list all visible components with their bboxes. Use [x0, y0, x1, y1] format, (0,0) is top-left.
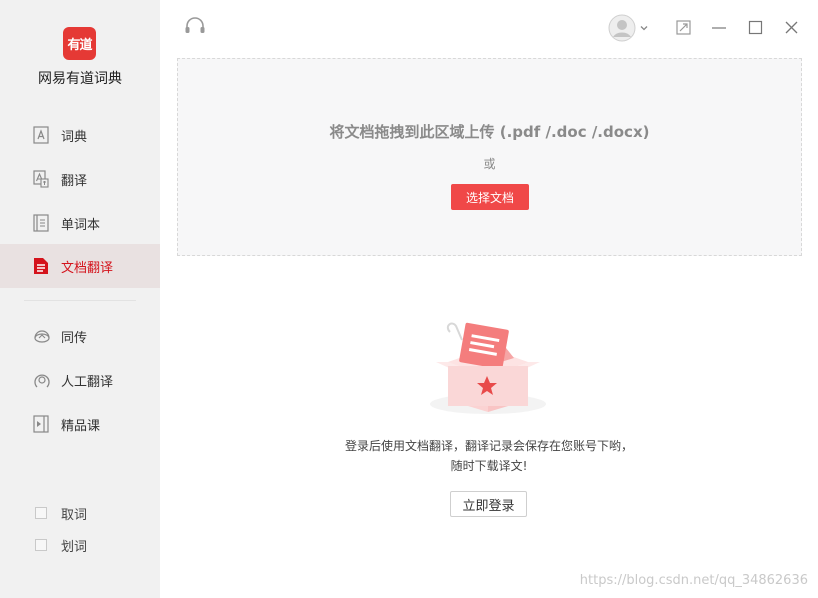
course-icon	[33, 415, 49, 433]
login-hint-line-2: 随时下载译文!	[450, 459, 528, 473]
document-icon	[34, 258, 48, 274]
headset-icon[interactable]	[184, 17, 206, 37]
watermark: https://blog.csdn.net/qq_34862636	[579, 573, 808, 588]
sidebar-item-document-translate[interactable]: 文档翻译	[0, 244, 160, 288]
sidebar-item-label: 词典	[61, 130, 88, 145]
upload-or-text: 或	[483, 157, 496, 171]
sidebar-item-label: 人工翻译	[61, 375, 114, 390]
wordbook-icon	[33, 214, 49, 232]
select-document-button[interactable]: 选择文档	[451, 184, 529, 210]
app-title: 网易有道词典	[38, 71, 122, 87]
sidebar-item-label: 单词本	[61, 218, 101, 233]
sidebar-item-label: 同传	[61, 331, 88, 346]
maximize-icon[interactable]	[748, 20, 763, 35]
minimize-icon[interactable]	[711, 20, 727, 35]
sidebar-item-interpretation[interactable]: 同传	[0, 314, 160, 358]
empty-box-illustration	[430, 322, 546, 414]
close-icon[interactable]	[784, 20, 799, 35]
option-label: 划词	[61, 539, 88, 555]
option-word-capture[interactable]: 取词	[35, 504, 88, 523]
option-label: 取词	[61, 507, 88, 523]
sidebar-divider	[24, 300, 136, 301]
dictionary-icon	[33, 126, 49, 144]
upload-drop-zone[interactable]: 将文档拖拽到此区域上传 (.pdf /.doc /.docx) 或 选择文档	[177, 58, 802, 256]
avatar-icon	[608, 14, 636, 42]
translate-icon	[33, 170, 49, 188]
app-logo: 有道	[63, 27, 96, 60]
human-translation-icon	[34, 374, 50, 388]
selection-translate-checkbox[interactable]	[35, 539, 47, 551]
user-menu[interactable]	[608, 14, 649, 42]
interpretation-icon	[34, 330, 50, 343]
option-selection-translate[interactable]: 划词	[35, 536, 88, 555]
login-hint: 登录后使用文档翻译，翻译记录会保存在您账号下哟， 随时下载译文!	[300, 436, 678, 476]
login-now-button[interactable]: 立即登录	[450, 491, 527, 517]
sidebar: 有道 网易有道词典 词典 翻译 单词本 文档翻译 同传 人工翻译 精品课 取词 …	[0, 0, 160, 598]
sidebar-item-dictionary[interactable]: 词典	[0, 113, 160, 157]
sidebar-item-label: 文档翻译	[61, 261, 114, 276]
login-hint-line-1: 登录后使用文档翻译，翻译记录会保存在您账号下哟，	[344, 439, 633, 453]
upload-title: 将文档拖拽到此区域上传 (.pdf /.doc /.docx)	[329, 123, 650, 141]
sidebar-item-wordbook[interactable]: 单词本	[0, 201, 160, 245]
sidebar-item-label: 翻译	[61, 174, 88, 189]
sidebar-item-course[interactable]: 精品课	[0, 402, 160, 446]
compact-mode-icon[interactable]	[676, 20, 691, 35]
logo-text: 有道	[67, 38, 92, 53]
word-capture-checkbox[interactable]	[35, 507, 47, 519]
sidebar-item-translate[interactable]: 翻译	[0, 157, 160, 201]
sidebar-item-human-translation[interactable]: 人工翻译	[0, 358, 160, 402]
chevron-down-icon	[640, 26, 648, 31]
sidebar-item-label: 精品课	[61, 419, 101, 434]
